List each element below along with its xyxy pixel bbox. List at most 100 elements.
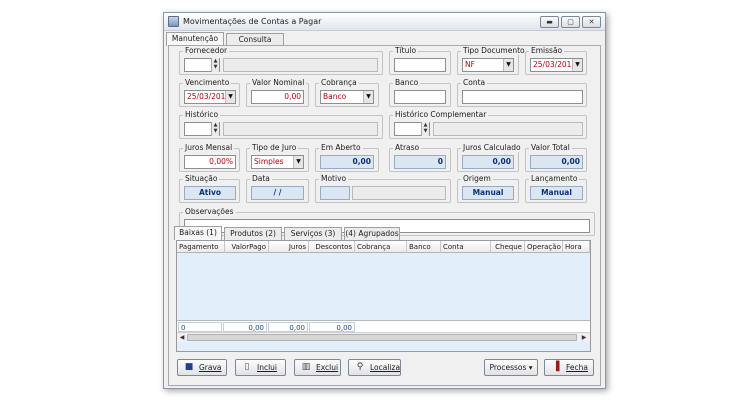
tipo-documento-group: Tipo Documento NF ▼: [457, 46, 527, 75]
fecha-button[interactable]: ▐ Fecha: [544, 359, 594, 376]
maximize-button[interactable]: ▢: [561, 16, 580, 28]
tab-baixas[interactable]: Baixas (1): [174, 226, 222, 240]
conta-label: Conta: [461, 78, 488, 87]
historico-complementar-group: Histórico Complementar ▲ ▼: [389, 110, 587, 139]
scroll-right-icon[interactable]: ▶: [579, 333, 589, 342]
tipo-de-juro-select[interactable]: Simples ▼: [251, 155, 304, 169]
lancamento-value: Manual: [530, 186, 583, 200]
tipo-documento-label: Tipo Documento: [461, 46, 527, 55]
tab-produtos[interactable]: Produtos (2): [224, 227, 282, 240]
tab-manutencao[interactable]: Manutenção: [166, 32, 224, 46]
valor-total-value: 0,00: [530, 155, 583, 169]
app-icon: [168, 16, 179, 27]
col-banco[interactable]: Banco: [407, 241, 441, 253]
motivo-text-field: [352, 186, 446, 200]
fornecedor-spinner[interactable]: ▲ ▼: [211, 58, 219, 72]
historico-spinner[interactable]: ▲ ▼: [211, 122, 219, 136]
banco-label: Banco: [393, 78, 421, 87]
historico-group: Histórico ▲ ▼: [179, 110, 383, 139]
motivo-label: Motivo: [319, 174, 349, 183]
col-conta[interactable]: Conta: [441, 241, 491, 253]
emissao-group: Emissão 25/03/2016 ▼: [525, 46, 587, 75]
grava-label: Grava: [199, 363, 222, 372]
col-pagamento[interactable]: Pagamento: [177, 241, 225, 253]
col-hora[interactable]: Hora: [563, 241, 590, 253]
col-operacao[interactable]: Operação: [525, 241, 563, 253]
emissao-value: 25/03/2016: [533, 60, 577, 69]
col-juros[interactable]: Juros: [269, 241, 309, 253]
tipo-documento-select[interactable]: NF ▼: [462, 58, 514, 72]
origem-label: Origem: [461, 174, 493, 183]
titulo-group: Título: [389, 46, 451, 75]
col-descontos[interactable]: Descontos: [309, 241, 355, 253]
em-aberto-value: 0,00: [320, 155, 374, 169]
situacao-value: Ativo: [184, 186, 236, 200]
atraso-label: Atraso: [393, 143, 422, 152]
fornecedor-name-field: [223, 58, 378, 72]
tab-agrupados[interactable]: (4) Agrupados: [344, 227, 400, 240]
tipo-de-juro-value: Simples: [254, 157, 284, 166]
juros-mensal-group: Juros Mensal 0,00%: [179, 143, 240, 172]
em-aberto-group: Em Aberto 0,00: [315, 143, 379, 172]
valor-nominal-group: Valor Nominal 0,00: [246, 78, 309, 107]
title-bar[interactable]: Movimentações de Contas a Pagar ▬ ▢ ✕: [164, 13, 605, 31]
grid-horizontal-scrollbar[interactable]: ◀ ▶: [177, 332, 590, 342]
juros-mensal-input[interactable]: 0,00%: [184, 155, 236, 169]
fecha-label: Fecha: [566, 363, 588, 372]
window: Movimentações de Contas a Pagar ▬ ▢ ✕ Ma…: [163, 12, 606, 389]
atraso-group: Atraso 0: [389, 143, 451, 172]
historico-complementar-spinner[interactable]: ▲ ▼: [421, 122, 429, 136]
chevron-down-icon: ▼: [225, 91, 235, 103]
juros-calculado-value: 0,00: [462, 155, 514, 169]
conta-group: Conta: [457, 78, 587, 107]
valor-nominal-input[interactable]: 0,00: [251, 90, 304, 104]
emissao-label: Emissão: [529, 46, 565, 55]
vencimento-date-picker[interactable]: 25/03/2016 ▼: [184, 90, 236, 104]
historico-complementar-label: Histórico Complementar: [393, 110, 489, 119]
tab-servicos[interactable]: Serviços (3): [284, 227, 342, 240]
conta-input[interactable]: [462, 90, 583, 104]
banco-input[interactable]: [394, 90, 446, 104]
scroll-left-icon[interactable]: ◀: [177, 333, 187, 342]
localiza-label: Localiza: [370, 363, 401, 372]
titulo-input[interactable]: [394, 58, 446, 72]
historico-complementar-text-field: [433, 122, 583, 136]
valor-nominal-label: Valor Nominal: [250, 78, 307, 87]
processos-label: Processos ▾: [489, 363, 533, 372]
exclui-label: Exclui: [316, 363, 339, 372]
juros-calculado-group: Juros Calculado 0,00: [457, 143, 523, 172]
grid-totals: 0 0,00 0,00 0,00: [177, 320, 590, 332]
atraso-value: 0: [394, 155, 446, 169]
origem-value: Manual: [462, 186, 514, 200]
data-value: / /: [251, 186, 304, 200]
cobranca-label: Cobrança: [319, 78, 359, 87]
col-valor-pago[interactable]: ValorPago: [225, 241, 269, 253]
historico-label: Histórico: [183, 110, 221, 119]
valor-total-label: Valor Total: [529, 143, 572, 152]
grava-button[interactable]: ■ Grava: [177, 359, 227, 376]
localiza-button[interactable]: ⚲ Localiza: [348, 359, 401, 376]
banco-group: Banco: [389, 78, 451, 107]
chevron-down-icon: ▼: [572, 59, 582, 71]
col-cobranca[interactable]: Cobrança: [355, 241, 407, 253]
em-aberto-label: Em Aberto: [319, 143, 363, 152]
emissao-date-picker[interactable]: 25/03/2016 ▼: [530, 58, 583, 72]
historico-text-field: [223, 122, 378, 136]
scroll-thumb[interactable]: [187, 334, 577, 341]
inclui-button[interactable]: ▯ Inclui: [235, 359, 286, 376]
cobranca-select[interactable]: Banco ▼: [320, 90, 374, 104]
valor-total-group: Valor Total 0,00: [525, 143, 587, 172]
vencimento-value: 25/03/2016: [187, 92, 231, 101]
floppy-icon: ■: [184, 362, 194, 372]
fornecedor-group: Fornecedor ▲ ▼: [179, 46, 383, 75]
total-count: 0: [178, 322, 222, 332]
processos-button[interactable]: Processos ▾: [484, 359, 538, 376]
close-button[interactable]: ✕: [582, 16, 601, 28]
minimize-button[interactable]: ▬: [540, 16, 559, 28]
chevron-down-icon: ▼: [503, 59, 513, 71]
exclui-button[interactable]: ▥ Exclui: [294, 359, 341, 376]
tipo-documento-value: NF: [465, 60, 475, 69]
baixas-grid[interactable]: Pagamento ValorPago Juros Descontos Cobr…: [176, 240, 591, 352]
col-cheque[interactable]: Cheque: [491, 241, 525, 253]
motivo-code-field: [320, 186, 350, 200]
